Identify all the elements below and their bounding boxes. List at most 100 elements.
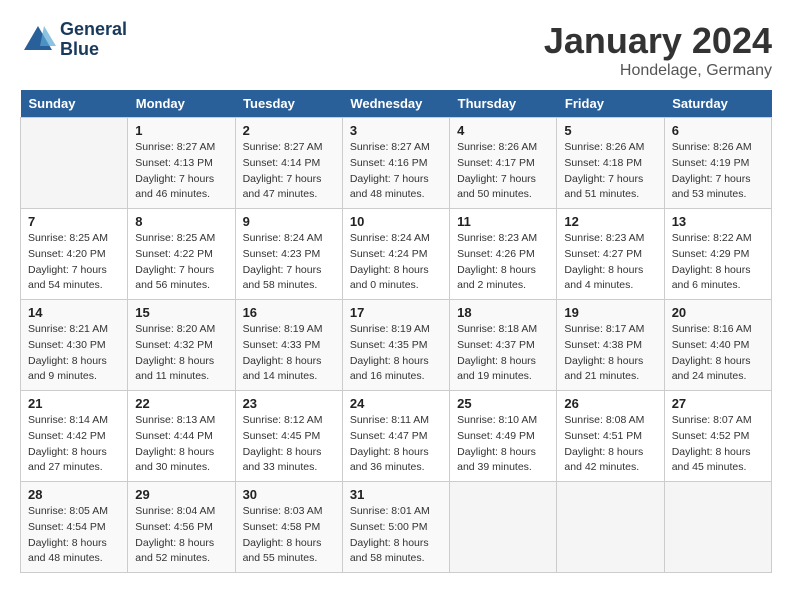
day-info: Sunrise: 8:14 AM Sunset: 4:42 PM Dayligh… [28, 413, 120, 476]
day-number: 1 [135, 123, 227, 138]
day-info: Sunrise: 8:26 AM Sunset: 4:17 PM Dayligh… [457, 140, 549, 203]
day-number: 21 [28, 396, 120, 411]
day-number: 17 [350, 305, 442, 320]
calendar-cell: 10 Sunrise: 8:24 AM Sunset: 4:24 PM Dayli… [342, 209, 449, 300]
day-info: Sunrise: 8:05 AM Sunset: 4:54 PM Dayligh… [28, 504, 120, 567]
day-number: 19 [564, 305, 656, 320]
calendar-cell: 13 Sunrise: 8:22 AM Sunset: 4:29 PM Dayli… [664, 209, 771, 300]
calendar-cell: 9 Sunrise: 8:24 AM Sunset: 4:23 PM Daylig… [235, 209, 342, 300]
day-number: 13 [672, 214, 764, 229]
day-number: 16 [243, 305, 335, 320]
day-number: 5 [564, 123, 656, 138]
logo-line2: Blue [60, 40, 127, 60]
day-number: 29 [135, 487, 227, 502]
logo: General Blue [20, 20, 127, 60]
calendar-cell: 30Sunrise: 8:03 AM Sunset: 4:58 PM Dayli… [235, 482, 342, 573]
day-info: Sunrise: 8:04 AM Sunset: 4:56 PM Dayligh… [135, 504, 227, 567]
day-number: 8 [135, 214, 227, 229]
calendar-cell [450, 482, 557, 573]
calendar-cell: 1 Sunrise: 8:27 AM Sunset: 4:13 PM Daylig… [128, 118, 235, 209]
calendar-cell [21, 118, 128, 209]
calendar-cell: 5 Sunrise: 8:26 AM Sunset: 4:18 PM Daylig… [557, 118, 664, 209]
week-row-3: 21 Sunrise: 8:14 AM Sunset: 4:42 PM Dayli… [21, 391, 772, 482]
day-info: Sunrise: 8:23 AM Sunset: 4:26 PM Dayligh… [457, 231, 549, 294]
day-number: 23 [243, 396, 335, 411]
calendar-cell: 31Sunrise: 8:01 AM Sunset: 5:00 PM Dayli… [342, 482, 449, 573]
day-header-tuesday: Tuesday [235, 90, 342, 118]
calendar-cell: 28 Sunrise: 8:05 AM Sunset: 4:54 PM Dayli… [21, 482, 128, 573]
day-number: 28 [28, 487, 120, 502]
day-info: Sunrise: 8:25 AM Sunset: 4:22 PM Dayligh… [135, 231, 227, 294]
day-number: 20 [672, 305, 764, 320]
calendar-cell: 26Sunrise: 8:08 AM Sunset: 4:51 PM Dayli… [557, 391, 664, 482]
title-block: January 2024 Hondelage, Germany [544, 20, 772, 80]
day-info: Sunrise: 8:13 AM Sunset: 4:44 PM Dayligh… [135, 413, 227, 476]
calendar-cell [664, 482, 771, 573]
day-number: 27 [672, 396, 764, 411]
day-info: Sunrise: 8:27 AM Sunset: 4:16 PM Dayligh… [350, 140, 442, 203]
day-number: 10 [350, 214, 442, 229]
day-info: Sunrise: 8:26 AM Sunset: 4:18 PM Dayligh… [564, 140, 656, 203]
month-title: January 2024 [544, 20, 772, 62]
day-info: Sunrise: 8:18 AM Sunset: 4:37 PM Dayligh… [457, 322, 549, 385]
day-info: Sunrise: 8:20 AM Sunset: 4:32 PM Dayligh… [135, 322, 227, 385]
calendar-cell [557, 482, 664, 573]
location-title: Hondelage, Germany [544, 62, 772, 80]
day-info: Sunrise: 8:08 AM Sunset: 4:51 PM Dayligh… [564, 413, 656, 476]
calendar-cell: 20 Sunrise: 8:16 AM Sunset: 4:40 PM Dayli… [664, 300, 771, 391]
week-row-2: 14 Sunrise: 8:21 AM Sunset: 4:30 PM Dayli… [21, 300, 772, 391]
day-header-friday: Friday [557, 90, 664, 118]
calendar-cell: 11Sunrise: 8:23 AM Sunset: 4:26 PM Dayli… [450, 209, 557, 300]
day-info: Sunrise: 8:10 AM Sunset: 4:49 PM Dayligh… [457, 413, 549, 476]
day-number: 18 [457, 305, 549, 320]
day-number: 6 [672, 123, 764, 138]
calendar-cell: 29 Sunrise: 8:04 AM Sunset: 4:56 PM Dayli… [128, 482, 235, 573]
calendar-cell: 25 Sunrise: 8:10 AM Sunset: 4:49 PM Dayli… [450, 391, 557, 482]
day-number: 14 [28, 305, 120, 320]
week-row-0: 1 Sunrise: 8:27 AM Sunset: 4:13 PM Daylig… [21, 118, 772, 209]
week-row-1: 7 Sunrise: 8:25 AM Sunset: 4:20 PM Daylig… [21, 209, 772, 300]
calendar-cell: 14 Sunrise: 8:21 AM Sunset: 4:30 PM Dayli… [21, 300, 128, 391]
day-header-sunday: Sunday [21, 90, 128, 118]
day-info: Sunrise: 8:19 AM Sunset: 4:35 PM Dayligh… [350, 322, 442, 385]
day-info: Sunrise: 8:23 AM Sunset: 4:27 PM Dayligh… [564, 231, 656, 294]
day-info: Sunrise: 8:24 AM Sunset: 4:24 PM Dayligh… [350, 231, 442, 294]
day-info: Sunrise: 8:21 AM Sunset: 4:30 PM Dayligh… [28, 322, 120, 385]
day-info: Sunrise: 8:22 AM Sunset: 4:29 PM Dayligh… [672, 231, 764, 294]
day-info: Sunrise: 8:27 AM Sunset: 4:13 PM Dayligh… [135, 140, 227, 203]
day-header-monday: Monday [128, 90, 235, 118]
day-info: Sunrise: 8:25 AM Sunset: 4:20 PM Dayligh… [28, 231, 120, 294]
calendar-cell: 4 Sunrise: 8:26 AM Sunset: 4:17 PM Daylig… [450, 118, 557, 209]
calendar-cell: 15 Sunrise: 8:20 AM Sunset: 4:32 PM Dayli… [128, 300, 235, 391]
calendar-cell: 21 Sunrise: 8:14 AM Sunset: 4:42 PM Dayli… [21, 391, 128, 482]
day-number: 7 [28, 214, 120, 229]
day-number: 12 [564, 214, 656, 229]
day-number: 2 [243, 123, 335, 138]
day-info: Sunrise: 8:27 AM Sunset: 4:14 PM Dayligh… [243, 140, 335, 203]
day-number: 25 [457, 396, 549, 411]
day-number: 4 [457, 123, 549, 138]
calendar-table: SundayMondayTuesdayWednesdayThursdayFrid… [20, 90, 772, 573]
day-info: Sunrise: 8:19 AM Sunset: 4:33 PM Dayligh… [243, 322, 335, 385]
calendar-cell: 2 Sunrise: 8:27 AM Sunset: 4:14 PM Daylig… [235, 118, 342, 209]
day-number: 30 [243, 487, 335, 502]
calendar-cell: 6 Sunrise: 8:26 AM Sunset: 4:19 PM Daylig… [664, 118, 771, 209]
logo-line1: General [60, 20, 127, 40]
logo-text: General Blue [60, 20, 127, 60]
day-info: Sunrise: 8:16 AM Sunset: 4:40 PM Dayligh… [672, 322, 764, 385]
calendar-cell: 7 Sunrise: 8:25 AM Sunset: 4:20 PM Daylig… [21, 209, 128, 300]
day-number: 3 [350, 123, 442, 138]
calendar-cell: 3 Sunrise: 8:27 AM Sunset: 4:16 PM Daylig… [342, 118, 449, 209]
day-number: 22 [135, 396, 227, 411]
calendar-cell: 24Sunrise: 8:11 AM Sunset: 4:47 PM Dayli… [342, 391, 449, 482]
day-number: 24 [350, 396, 442, 411]
days-header-row: SundayMondayTuesdayWednesdayThursdayFrid… [21, 90, 772, 118]
day-number: 9 [243, 214, 335, 229]
calendar-cell: 27Sunrise: 8:07 AM Sunset: 4:52 PM Dayli… [664, 391, 771, 482]
calendar-cell: 8 Sunrise: 8:25 AM Sunset: 4:22 PM Daylig… [128, 209, 235, 300]
day-info: Sunrise: 8:24 AM Sunset: 4:23 PM Dayligh… [243, 231, 335, 294]
page-header: General Blue January 2024 Hondelage, Ger… [20, 20, 772, 80]
day-info: Sunrise: 8:26 AM Sunset: 4:19 PM Dayligh… [672, 140, 764, 203]
day-number: 15 [135, 305, 227, 320]
calendar-cell: 16 Sunrise: 8:19 AM Sunset: 4:33 PM Dayli… [235, 300, 342, 391]
